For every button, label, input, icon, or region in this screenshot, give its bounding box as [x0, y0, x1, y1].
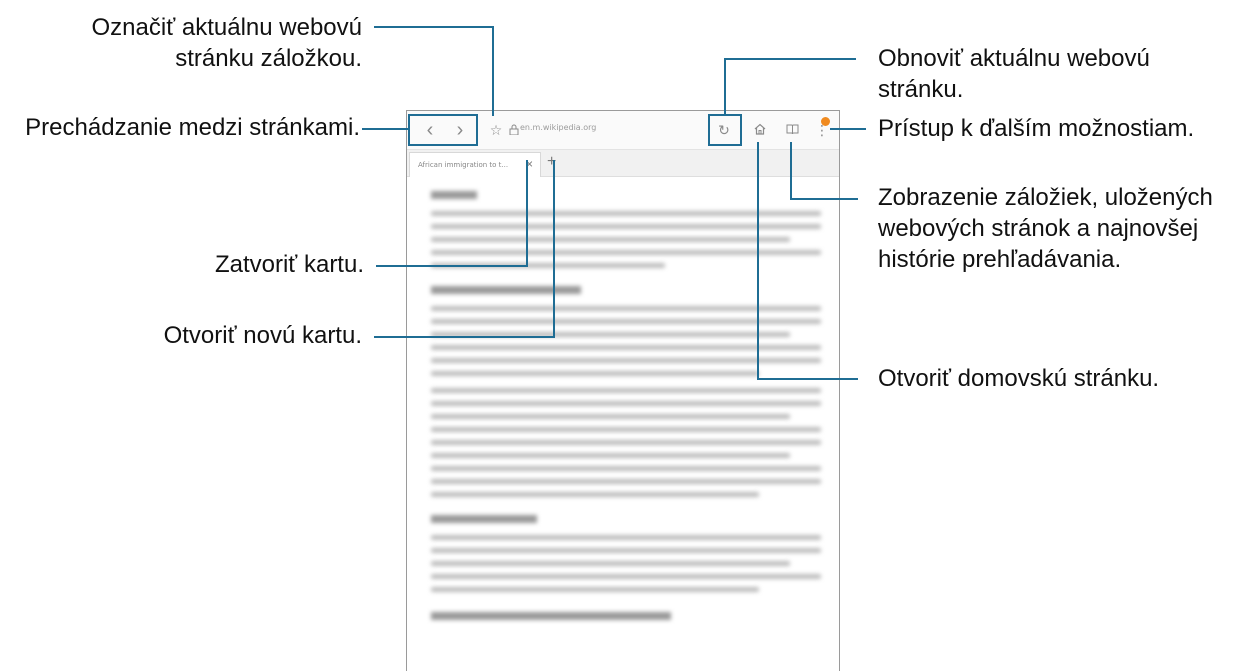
callout-refresh-text: Obnoviť aktuálnu webovú stránku.	[878, 45, 1150, 103]
callout-line-home-v	[757, 142, 759, 380]
blurred-heading	[431, 612, 671, 620]
callout-line-bookmarks	[791, 198, 858, 200]
bookmarks-button[interactable]	[781, 119, 803, 141]
callout-line-home	[758, 378, 858, 380]
callout-line-bookmark	[374, 26, 494, 28]
callout-line-new-tab-v	[553, 160, 555, 338]
blurred-paragraph	[431, 535, 821, 592]
callout-box-refresh	[708, 114, 742, 146]
callout-bookmark-text: Označiť aktuálnu webovú stránku záložkou…	[91, 14, 363, 72]
callout-line-close-tab	[376, 265, 528, 267]
page-content	[431, 187, 821, 632]
notification-badge	[821, 117, 830, 126]
book-icon	[786, 122, 799, 138]
callout-box-navigate	[408, 114, 478, 146]
blurred-paragraph	[431, 211, 821, 268]
star-icon: ☆	[489, 121, 503, 138]
callout-line-navigate	[362, 128, 408, 130]
blurred-paragraph	[431, 306, 821, 376]
callout-bookmarks-text: Zobrazenie záložiek, uložených webových …	[878, 184, 1213, 273]
blurred-heading	[431, 191, 477, 199]
url-field[interactable]: en.m.wikipedia.org	[520, 123, 596, 132]
lock-icon	[509, 124, 519, 137]
callout-new-tab-text: Otvoriť novú kartu.	[163, 322, 362, 349]
home-icon	[754, 122, 766, 138]
tab-bar: African immigration to t... × +	[407, 150, 839, 177]
callout-line-bookmark-v	[492, 26, 494, 116]
callout-line-new-tab	[374, 336, 555, 338]
callout-line-close-tab-v	[526, 160, 528, 267]
tab-title: African immigration to t...	[418, 161, 509, 169]
tab-active[interactable]: African immigration to t... ×	[409, 152, 541, 177]
callout-line-refresh-v	[724, 58, 726, 116]
callout-more-text: Prístup k ďalším možnostiam.	[878, 115, 1195, 142]
blurred-paragraph	[431, 388, 821, 497]
blurred-heading	[431, 286, 581, 294]
callout-line-refresh	[724, 58, 856, 60]
home-button[interactable]	[749, 119, 771, 141]
browser-window: ‹ › ☆ en.m.wikipedia.org ↻ ⋮ African imm…	[406, 110, 840, 671]
callout-close-tab-text: Zatvoriť kartu.	[214, 251, 364, 278]
callout-line-more	[830, 128, 866, 130]
blurred-heading	[431, 515, 537, 523]
callout-navigate-text: Prechádzanie medzi stránkami.	[25, 114, 360, 141]
callout-line-bookmarks-v	[790, 142, 792, 200]
callout-home-text: Otvoriť domovskú stránku.	[878, 365, 1160, 392]
